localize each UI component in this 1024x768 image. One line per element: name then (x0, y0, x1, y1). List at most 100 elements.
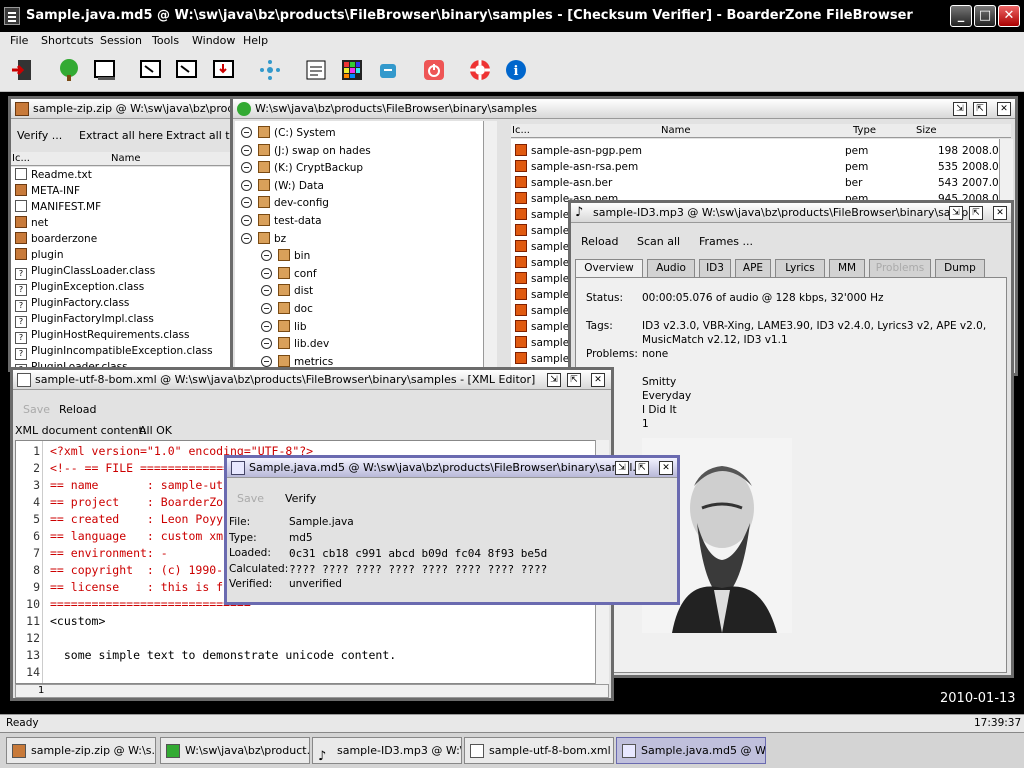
save-button[interactable]: Save (23, 403, 50, 416)
file-row[interactable]: sample-asn-rsa.pem pem 535 2008.0 (515, 159, 999, 175)
expand-icon[interactable] (241, 144, 252, 156)
minimize-icon[interactable]: ⇲ (547, 373, 561, 387)
expand-icon[interactable] (241, 162, 252, 174)
xml-window-titlebar[interactable]: sample-utf-8-bom.xml @ W:\sw\java\bz\pro… (13, 370, 611, 390)
tree-node[interactable]: bin (261, 248, 310, 264)
zip-file-row[interactable]: ? PluginClassLoader.class (15, 263, 155, 280)
zip-file-row[interactable]: ? PluginException.class (15, 279, 144, 296)
exit-icon[interactable] (10, 58, 34, 82)
zip-file-row[interactable]: net (15, 215, 48, 231)
extract-all-here-button[interactable]: Extract all here (79, 129, 163, 142)
minimize-button[interactable]: _ (950, 5, 972, 27)
column-type[interactable]: Type (853, 124, 876, 137)
zip-file-row[interactable]: MANIFEST.MF (15, 199, 101, 215)
tree-scrollbar[interactable] (483, 121, 497, 373)
window-icon[interactable] (93, 58, 117, 82)
tree-node[interactable]: test-data (241, 213, 322, 229)
minimize-icon[interactable]: ⇲ (953, 102, 967, 116)
expand-icon[interactable] (261, 250, 272, 262)
expand-icon[interactable] (261, 303, 272, 314)
minimize-window-icon[interactable] (139, 58, 163, 82)
column-icon[interactable]: Ic... (512, 124, 530, 137)
tree-node[interactable]: (W:) Data (241, 178, 324, 194)
column-icon[interactable]: Ic... (12, 152, 30, 165)
save-button[interactable]: Save (237, 492, 264, 505)
expand-icon[interactable] (261, 320, 272, 332)
info-icon[interactable]: i (504, 58, 528, 82)
menu-file[interactable]: File (10, 34, 28, 47)
expand-icon[interactable] (241, 232, 252, 244)
close-icon[interactable]: ✕ (659, 461, 673, 475)
zip-file-row[interactable]: plugin (15, 247, 63, 263)
expand-icon[interactable] (241, 127, 252, 138)
expand-icon[interactable] (241, 215, 252, 226)
zip-file-row[interactable]: ? PluginIncompatibleException.class (15, 343, 213, 360)
menu-help[interactable]: Help (243, 34, 268, 47)
tree-node[interactable]: (C:) System (241, 125, 336, 141)
id3-window-titlebar[interactable]: ♪ sample-ID3.mp3 @ W:\sw\java\bz\product… (571, 203, 1011, 223)
scan-all-button[interactable]: Scan all (637, 235, 680, 248)
xml-horizontal-scrollbar[interactable]: 1 (15, 684, 609, 698)
help-lifebuoy-icon[interactable] (468, 58, 492, 82)
transfer-icon[interactable] (376, 58, 400, 82)
reload-button[interactable]: Reload (59, 403, 96, 416)
frames-button[interactable]: Frames ... (699, 235, 753, 248)
maximize-icon[interactable]: ⇱ (973, 102, 987, 116)
expand-icon[interactable] (241, 197, 252, 209)
expand-icon[interactable] (261, 285, 272, 297)
verify-button[interactable]: Verify ... (17, 129, 62, 142)
column-name[interactable]: Name (661, 124, 691, 137)
minimize-icon[interactable]: ⇲ (949, 206, 963, 220)
tree-node[interactable]: doc (261, 301, 313, 317)
zip-file-row[interactable]: ? PluginFactoryImpl.class (15, 311, 154, 328)
taskbar-item[interactable]: sample-utf-8-bom.xml ... (464, 737, 614, 764)
close-icon[interactable]: ✕ (993, 206, 1007, 220)
expand-icon[interactable] (261, 355, 272, 367)
zip-file-row[interactable]: Readme.txt (15, 167, 92, 183)
power-icon[interactable] (422, 58, 446, 82)
tree-node[interactable]: (J:) swap on hades (241, 143, 371, 159)
tab-ape[interactable]: APE (735, 259, 771, 277)
download-window-icon[interactable] (212, 58, 236, 82)
menu-shortcuts[interactable]: Shortcuts (41, 34, 94, 47)
taskbar-item[interactable]: Sample.java.md5 @ W:... (616, 737, 766, 764)
checksum-window-titlebar[interactable]: Sample.java.md5 @ W:\sw\java\bz\products… (227, 458, 677, 478)
column-name[interactable]: Name (111, 152, 141, 165)
expand-icon[interactable] (261, 338, 272, 350)
tab-id3[interactable]: ID3 (699, 259, 731, 277)
tree-node[interactable]: lib.dev (261, 336, 329, 352)
maximize-icon[interactable]: ⇱ (969, 206, 983, 220)
column-size[interactable]: Size (916, 124, 937, 137)
close-icon[interactable]: ✕ (997, 102, 1011, 116)
tree-node[interactable]: dist (261, 283, 313, 299)
network-icon[interactable] (258, 58, 282, 82)
minimize-icon[interactable]: ⇲ (615, 461, 629, 475)
zip-file-row[interactable]: ? PluginHostRequirements.class (15, 327, 189, 344)
tab-lyrics[interactable]: Lyrics (775, 259, 825, 277)
zip-file-row[interactable]: boarderzone (15, 231, 97, 247)
tree-node[interactable]: conf (261, 266, 317, 282)
restore-window-icon[interactable] (175, 58, 199, 82)
zip-file-row[interactable]: ? PluginFactory.class (15, 295, 129, 312)
menu-session[interactable]: Session (100, 34, 142, 47)
close-button[interactable]: ✕ (998, 5, 1020, 27)
file-row[interactable]: sample-asn-pgp.pem pem 198 2008.0 (515, 143, 999, 159)
tab-dump[interactable]: Dump (935, 259, 985, 277)
menu-window[interactable]: Window (192, 34, 235, 47)
tab-overview[interactable]: Overview (575, 259, 643, 278)
zip-file-row[interactable]: META-INF (15, 183, 80, 199)
tab-audio[interactable]: Audio (647, 259, 695, 277)
taskbar-item[interactable]: W:\sw\java\bz\product... (160, 737, 310, 764)
maximize-icon[interactable]: ⇱ (635, 461, 649, 475)
maximize-icon[interactable]: ⇱ (567, 373, 581, 387)
palette-icon[interactable] (340, 58, 364, 82)
tab-mm[interactable]: MM (829, 259, 865, 277)
expand-icon[interactable] (261, 267, 272, 279)
menu-tools[interactable]: Tools (152, 34, 179, 47)
close-icon[interactable]: ✕ (591, 373, 605, 387)
taskbar-item[interactable]: ♪ sample-ID3.mp3 @ W:\s... (312, 737, 462, 764)
zip-window-titlebar[interactable]: sample-zip.zip @ W:\sw\java\bz\products\… (11, 99, 233, 119)
extract-all-to-button[interactable]: Extract all to (166, 129, 233, 142)
taskbar-item[interactable]: sample-zip.zip @ W:\s... (6, 737, 156, 764)
tree-node[interactable]: dev-config (241, 195, 329, 211)
